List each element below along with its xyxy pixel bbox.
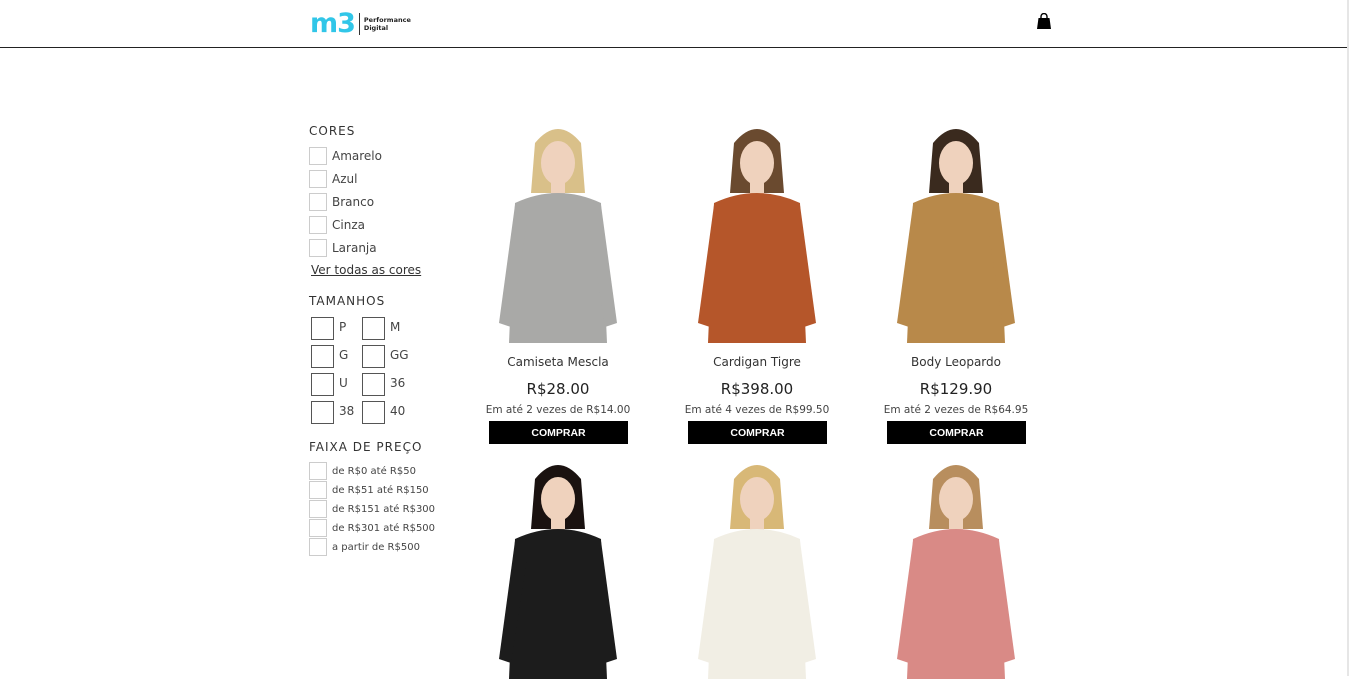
size-checkbox[interactable] <box>362 373 385 396</box>
product-name[interactable]: Camiseta Mescla <box>485 355 631 369</box>
price-range-option[interactable]: de R$0 até R$50 <box>309 462 416 480</box>
product-installments: Em até 2 vezes de R$64.95 <box>883 404 1029 416</box>
color-option-label: Amarelo <box>332 149 382 163</box>
price-range-label: de R$51 até R$150 <box>332 484 429 496</box>
size-filter-option[interactable]: 38 <box>311 401 354 424</box>
size-option-label: GG <box>390 347 409 362</box>
product-image[interactable] <box>485 459 631 679</box>
size-option-label: P <box>339 319 347 334</box>
price-checkbox[interactable] <box>309 519 327 537</box>
size-checkbox[interactable] <box>311 345 334 368</box>
price-filter-title: FAIXA DE PREÇO <box>309 440 423 454</box>
product-image[interactable] <box>684 459 830 679</box>
color-option-label: Azul <box>332 172 358 186</box>
color-checkbox[interactable] <box>309 216 327 234</box>
colors-filter-title: CORES <box>309 124 356 138</box>
product-image[interactable] <box>485 123 631 343</box>
brand-logo[interactable]: m3 Performance Digital <box>310 8 411 39</box>
size-option-label: G <box>339 347 349 362</box>
color-option-label: Cinza <box>332 218 365 232</box>
size-option-label: 36 <box>390 375 406 390</box>
sizes-filter-title: TAMANHOS <box>309 294 386 308</box>
color-filter-option[interactable]: Branco <box>309 192 374 212</box>
color-checkbox[interactable] <box>309 193 327 211</box>
size-checkbox[interactable] <box>362 401 385 424</box>
buy-button[interactable]: COMPRAR <box>489 421 628 444</box>
price-range-option[interactable]: de R$151 até R$300 <box>309 500 435 518</box>
price-checkbox[interactable] <box>309 481 327 499</box>
color-checkbox[interactable] <box>309 239 327 257</box>
color-filter-option[interactable]: Amarelo <box>309 146 382 166</box>
size-filter-option[interactable]: U <box>311 373 348 396</box>
price-range-option[interactable]: a partir de R$500 <box>309 538 420 556</box>
buy-button[interactable]: COMPRAR <box>887 421 1026 444</box>
product-installments: Em até 4 vezes de R$99.50 <box>684 404 830 416</box>
product-installments: Em até 2 vezes de R$14.00 <box>485 404 631 416</box>
product-name[interactable]: Cardigan Tigre <box>684 355 830 369</box>
color-filter-option[interactable]: Cinza <box>309 215 365 235</box>
size-checkbox[interactable] <box>311 401 334 424</box>
price-checkbox[interactable] <box>309 462 327 480</box>
product-price: R$28.00 <box>526 380 590 398</box>
product-image[interactable] <box>883 459 1029 679</box>
color-filter-option[interactable]: Azul <box>309 169 357 189</box>
color-option-label: Laranja <box>332 241 377 255</box>
product-image[interactable] <box>684 123 830 343</box>
price-range-label: de R$0 até R$50 <box>332 465 416 477</box>
size-filter-option[interactable]: GG <box>362 345 409 368</box>
color-option-label: Branco <box>332 195 375 209</box>
product-name[interactable]: Body Leopardo <box>883 355 1029 369</box>
size-option-label: U <box>339 375 348 390</box>
size-filter-option[interactable]: M <box>362 317 400 340</box>
price-checkbox[interactable] <box>309 538 327 556</box>
size-option-label: 38 <box>339 403 355 418</box>
price-range-label: de R$301 até R$500 <box>332 522 436 534</box>
size-checkbox[interactable] <box>311 373 334 396</box>
size-checkbox[interactable] <box>362 345 385 368</box>
product-price: R$398.00 <box>720 380 794 398</box>
logo-mark: m3 <box>310 8 356 39</box>
size-checkbox[interactable] <box>311 317 334 340</box>
site-header: m3 Performance Digital <box>0 0 1349 48</box>
see-all-colors-link[interactable]: Ver todas as cores <box>311 263 421 277</box>
color-filter-option[interactable]: Laranja <box>309 238 377 258</box>
price-range-option[interactable]: de R$301 até R$500 <box>309 519 435 537</box>
size-filter-option[interactable]: 36 <box>362 373 405 396</box>
logo-tagline: Performance Digital <box>364 16 411 32</box>
color-checkbox[interactable] <box>309 147 327 165</box>
price-checkbox[interactable] <box>309 500 327 518</box>
size-checkbox[interactable] <box>362 317 385 340</box>
buy-button[interactable]: COMPRAR <box>688 421 827 444</box>
logo-tagline-line1: Performance <box>363 16 411 24</box>
size-option-label: 40 <box>390 403 406 418</box>
shopping-bag-icon[interactable] <box>1036 12 1052 30</box>
size-filter-option[interactable]: P <box>311 317 346 340</box>
size-option-label: M <box>390 319 401 334</box>
size-filter-option[interactable]: G <box>311 345 348 368</box>
price-range-label: de R$151 até R$300 <box>332 503 436 515</box>
color-checkbox[interactable] <box>309 170 327 188</box>
size-filter-option[interactable]: 40 <box>362 401 405 424</box>
logo-divider <box>358 13 360 35</box>
product-price: R$129.90 <box>919 380 993 398</box>
price-range-option[interactable]: de R$51 até R$150 <box>309 481 429 499</box>
price-range-label: a partir de R$500 <box>332 541 420 553</box>
logo-tagline-line2: Digital <box>363 24 389 32</box>
product-image[interactable] <box>883 123 1029 343</box>
